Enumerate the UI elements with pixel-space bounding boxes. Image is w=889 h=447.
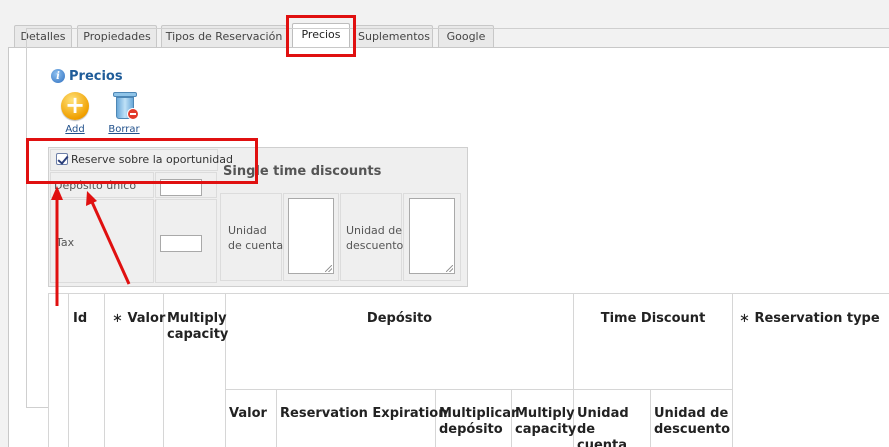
annotation-arrows [51, 186, 131, 306]
